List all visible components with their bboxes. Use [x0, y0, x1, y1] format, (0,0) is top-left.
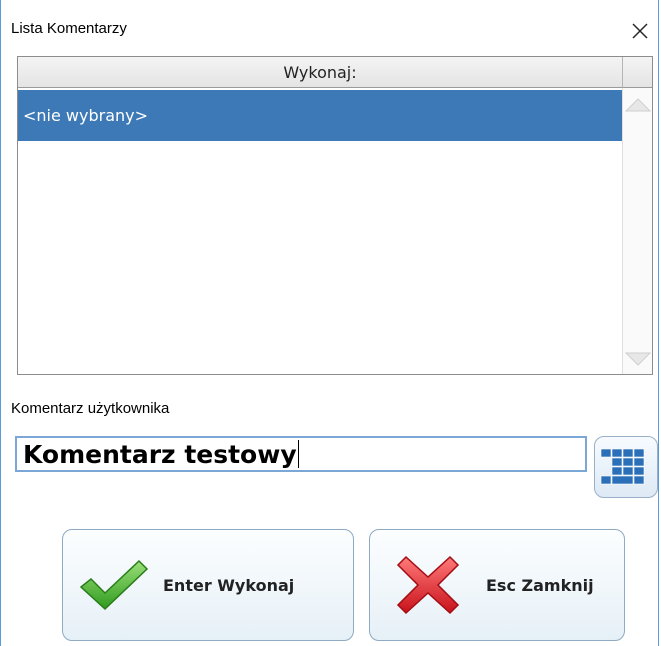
list-scrollbar[interactable]: [622, 88, 652, 374]
window-title: Lista Komentarzy: [11, 20, 127, 37]
close-button[interactable]: [622, 14, 658, 48]
comment-input[interactable]: Komentarz testowy: [15, 436, 587, 472]
red-x-icon: [370, 555, 486, 615]
close-icon: [632, 23, 648, 39]
execute-button-label: Enter Wykonaj: [163, 575, 295, 595]
close-dialog-button[interactable]: Esc Zamknij: [369, 529, 625, 641]
text-caret: [297, 440, 299, 468]
comment-label: Komentarz użytkownika: [11, 400, 170, 417]
scroll-up-button[interactable]: [623, 92, 653, 116]
list-header-corner: [622, 57, 652, 88]
list-item[interactable]: <nie wybrany>: [18, 90, 622, 141]
execute-button[interactable]: Enter Wykonaj: [62, 529, 354, 641]
scroll-down-icon: [624, 352, 652, 366]
list-column-header[interactable]: Wykonaj:: [18, 57, 622, 88]
close-dialog-button-label: Esc Zamknij: [486, 575, 594, 595]
action-list[interactable]: Wykonaj: <nie wybrany>: [17, 56, 653, 375]
keyboard-button[interactable]: [594, 436, 658, 498]
title-bar: Lista Komentarzy: [1, 0, 658, 56]
checkmark-icon: [63, 557, 163, 613]
dialog-window: Lista Komentarzy Wykonaj: <nie wybrany>: [0, 0, 659, 646]
scroll-down-button[interactable]: [623, 348, 653, 372]
keyboard-icon: [600, 448, 645, 485]
scroll-up-icon: [624, 98, 652, 112]
comment-input-value: Komentarz testowy: [23, 439, 297, 469]
